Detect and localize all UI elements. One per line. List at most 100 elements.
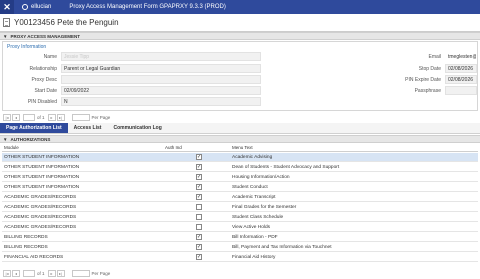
page-number-input[interactable] bbox=[23, 113, 35, 121]
table-row[interactable]: ACADEMIC GRADES/RECORDS Final Grades for … bbox=[2, 203, 478, 212]
grid-header: Module Auth Ind Menu Text bbox=[2, 144, 478, 152]
auth-ind-checkbox[interactable]: ✓ bbox=[196, 184, 202, 190]
table-row[interactable]: OTHER STUDENT INFORMATION ✓ Dean of Studen… bbox=[2, 163, 478, 172]
module-cell: BILLING RECORDS bbox=[4, 245, 48, 250]
passphrase-field[interactable] bbox=[445, 86, 477, 95]
table-row[interactable]: OTHER STUDENT INFORMATION ✓ Student Conduc… bbox=[2, 183, 478, 192]
collapse-triangle-icon[interactable]: ▼ bbox=[3, 137, 7, 142]
auth-ind-checkbox[interactable]: ✓ bbox=[196, 244, 202, 250]
auth-ind-checkbox[interactable]: ✓ bbox=[196, 234, 202, 240]
menu-text-cell: Bill Information - PDF bbox=[232, 235, 278, 240]
proxy-desc-field[interactable] bbox=[61, 75, 261, 84]
module-cell: OTHER STUDENT INFORMATION bbox=[4, 175, 80, 180]
document-icon[interactable] bbox=[3, 18, 10, 27]
pin-disabled-field[interactable]: N bbox=[61, 97, 261, 106]
auth-ind-checkbox[interactable]: ✓ bbox=[196, 194, 202, 200]
table-row[interactable]: ACADEMIC GRADES/RECORDS ✓ Academic Transcr… bbox=[2, 193, 478, 202]
proxy-desc-label: Proxy Desc bbox=[31, 77, 57, 83]
table-row[interactable]: OTHER STUDENT INFORMATION ✓ Academic Advis… bbox=[2, 153, 478, 162]
auth-ind-checkbox[interactable]: ✓ bbox=[196, 174, 202, 180]
brand-name: ellucian bbox=[31, 4, 52, 10]
tab-communication-log[interactable]: Communication Log bbox=[107, 123, 167, 133]
per-page-select[interactable] bbox=[71, 269, 90, 277]
form-title: Proxy Access Management Form GPAPRXY 9.3… bbox=[69, 4, 226, 10]
auth-ind-checkbox[interactable] bbox=[196, 224, 202, 230]
section-title: AUTHORIZATIONS bbox=[10, 136, 51, 142]
tab-page-authorization-list[interactable]: Page Authorization List bbox=[0, 123, 68, 133]
next-page-icon[interactable]: ▸ bbox=[47, 269, 56, 277]
module-cell: OTHER STUDENT INFORMATION bbox=[4, 185, 80, 190]
module-cell: ACADEMIC GRADES/RECORDS bbox=[4, 215, 77, 220]
section-title: PROXY ACCESS MANAGEMENT bbox=[10, 33, 80, 39]
prev-page-icon[interactable]: ◂ bbox=[12, 113, 20, 121]
first-page-icon[interactable]: |◂ bbox=[3, 269, 11, 277]
next-page-icon[interactable]: ▸ bbox=[47, 113, 56, 121]
table-row[interactable]: OTHER STUDENT INFORMATION ✓ Housing Inform… bbox=[2, 173, 478, 182]
last-page-icon[interactable]: ▸| bbox=[56, 113, 65, 121]
relationship-field[interactable]: Parent or Legal Guardian bbox=[61, 64, 261, 73]
prev-page-icon[interactable]: ◂ bbox=[12, 269, 20, 277]
name-field[interactable]: Jessie Tipp bbox=[61, 52, 261, 61]
column-header-module[interactable]: Module bbox=[4, 145, 19, 150]
start-date-label: Start Date bbox=[34, 88, 57, 94]
menu-text-cell: Dean of Students - Student Advocacy and … bbox=[232, 165, 340, 170]
table-row[interactable]: ACADEMIC GRADES/RECORDS Student Class Sch… bbox=[2, 213, 478, 222]
stop-date-label: Stop Date bbox=[418, 66, 441, 72]
menu-text-cell: Financial Aid History bbox=[232, 255, 276, 260]
table-row[interactable]: BILLING RECORDS ✓ Bill, Payment and Tax In… bbox=[2, 243, 478, 252]
section-header-proxy-access[interactable]: ▼ PROXY ACCESS MANAGEMENT bbox=[0, 32, 480, 40]
auth-ind-checkbox[interactable] bbox=[196, 214, 202, 220]
start-date-field[interactable]: 02/09/2022 bbox=[61, 86, 261, 95]
tab-bar: Page Authorization List Access List Comm… bbox=[0, 123, 480, 134]
module-cell: OTHER STUDENT INFORMATION bbox=[4, 155, 80, 160]
menu-text-cell: Housing Information/Action bbox=[232, 175, 290, 180]
pin-expire-date-label: PIN Expire Date bbox=[405, 77, 441, 83]
pager-bottom: |◂ ◂ of 1 ▸ ▸| Per Page bbox=[0, 268, 480, 278]
module-cell: FINANCIAL AID RECORDS bbox=[4, 255, 64, 260]
menu-text-cell: Student Conduct bbox=[232, 185, 268, 190]
ellucian-logo: ellucian bbox=[22, 4, 51, 10]
passphrase-label: Passphrase bbox=[414, 88, 441, 94]
menu-text-cell: Student Class Schedule bbox=[232, 215, 284, 220]
table-row[interactable]: FINANCIAL AID RECORDS ✓ Financial Aid Hist… bbox=[2, 253, 478, 262]
column-header-menu-text[interactable]: Menu Text bbox=[232, 145, 253, 150]
student-id-name: Y00123456 Pete the Penguin bbox=[14, 18, 119, 27]
stop-date-field[interactable]: 02/08/2026 bbox=[445, 64, 477, 73]
email-label: Email bbox=[428, 54, 441, 60]
last-page-icon[interactable]: ▸| bbox=[56, 269, 65, 277]
auth-ind-checkbox[interactable]: ✓ bbox=[196, 154, 202, 160]
proxy-information-panel: Proxy Information Name Jessie Tipp Relat… bbox=[2, 41, 478, 111]
module-cell: OTHER STUDENT INFORMATION bbox=[4, 165, 80, 170]
per-page-label: Per Page bbox=[91, 270, 111, 276]
page-count: of 1 bbox=[37, 270, 45, 276]
table-row[interactable]: BILLING RECORDS ✓ Bill Information - PDF bbox=[2, 233, 478, 242]
menu-text-cell: Academic Transcript bbox=[232, 195, 276, 200]
key-block: Y00123456 Pete the Penguin bbox=[0, 14, 480, 32]
tab-access-list[interactable]: Access List bbox=[68, 123, 108, 133]
page-number-input[interactable] bbox=[23, 269, 35, 277]
menu-text-cell: Final Grades for the Semester bbox=[232, 205, 297, 210]
first-page-icon[interactable]: |◂ bbox=[3, 113, 11, 121]
module-cell: ACADEMIC GRADES/RECORDS bbox=[4, 205, 77, 210]
pin-expire-date-field[interactable]: 02/08/2026 bbox=[445, 75, 477, 84]
auth-ind-checkbox[interactable] bbox=[196, 204, 202, 210]
menu-text-cell: Bill, Payment and Tax Information via To… bbox=[232, 245, 332, 250]
auth-ind-checkbox[interactable]: ✓ bbox=[196, 164, 202, 170]
email-field[interactable]: tmeglesten@y bbox=[445, 52, 477, 61]
app-header: ✕ ellucian Proxy Access Management Form … bbox=[0, 0, 480, 14]
ellucian-logo-icon bbox=[22, 4, 28, 10]
per-page-select[interactable] bbox=[71, 113, 90, 121]
table-row[interactable]: ACADEMIC GRADES/RECORDS View Active Holds bbox=[2, 223, 478, 232]
column-header-auth-ind[interactable]: Auth Ind bbox=[165, 145, 182, 150]
collapse-triangle-icon[interactable]: ▼ bbox=[3, 34, 7, 39]
name-label: Name bbox=[43, 54, 57, 60]
per-page-label: Per Page bbox=[91, 114, 111, 120]
menu-text-cell: View Active Holds bbox=[232, 225, 271, 230]
pin-disabled-label: PIN Disabled bbox=[27, 99, 57, 105]
auth-ind-checkbox[interactable]: ✓ bbox=[196, 254, 202, 260]
panel-title: Proxy Information bbox=[7, 44, 47, 50]
section-header-authorizations[interactable]: ▼ AUTHORIZATIONS bbox=[0, 135, 480, 143]
module-cell: ACADEMIC GRADES/RECORDS bbox=[4, 225, 77, 230]
relationship-label: Relationship bbox=[29, 66, 57, 72]
close-icon[interactable]: ✕ bbox=[0, 0, 14, 14]
